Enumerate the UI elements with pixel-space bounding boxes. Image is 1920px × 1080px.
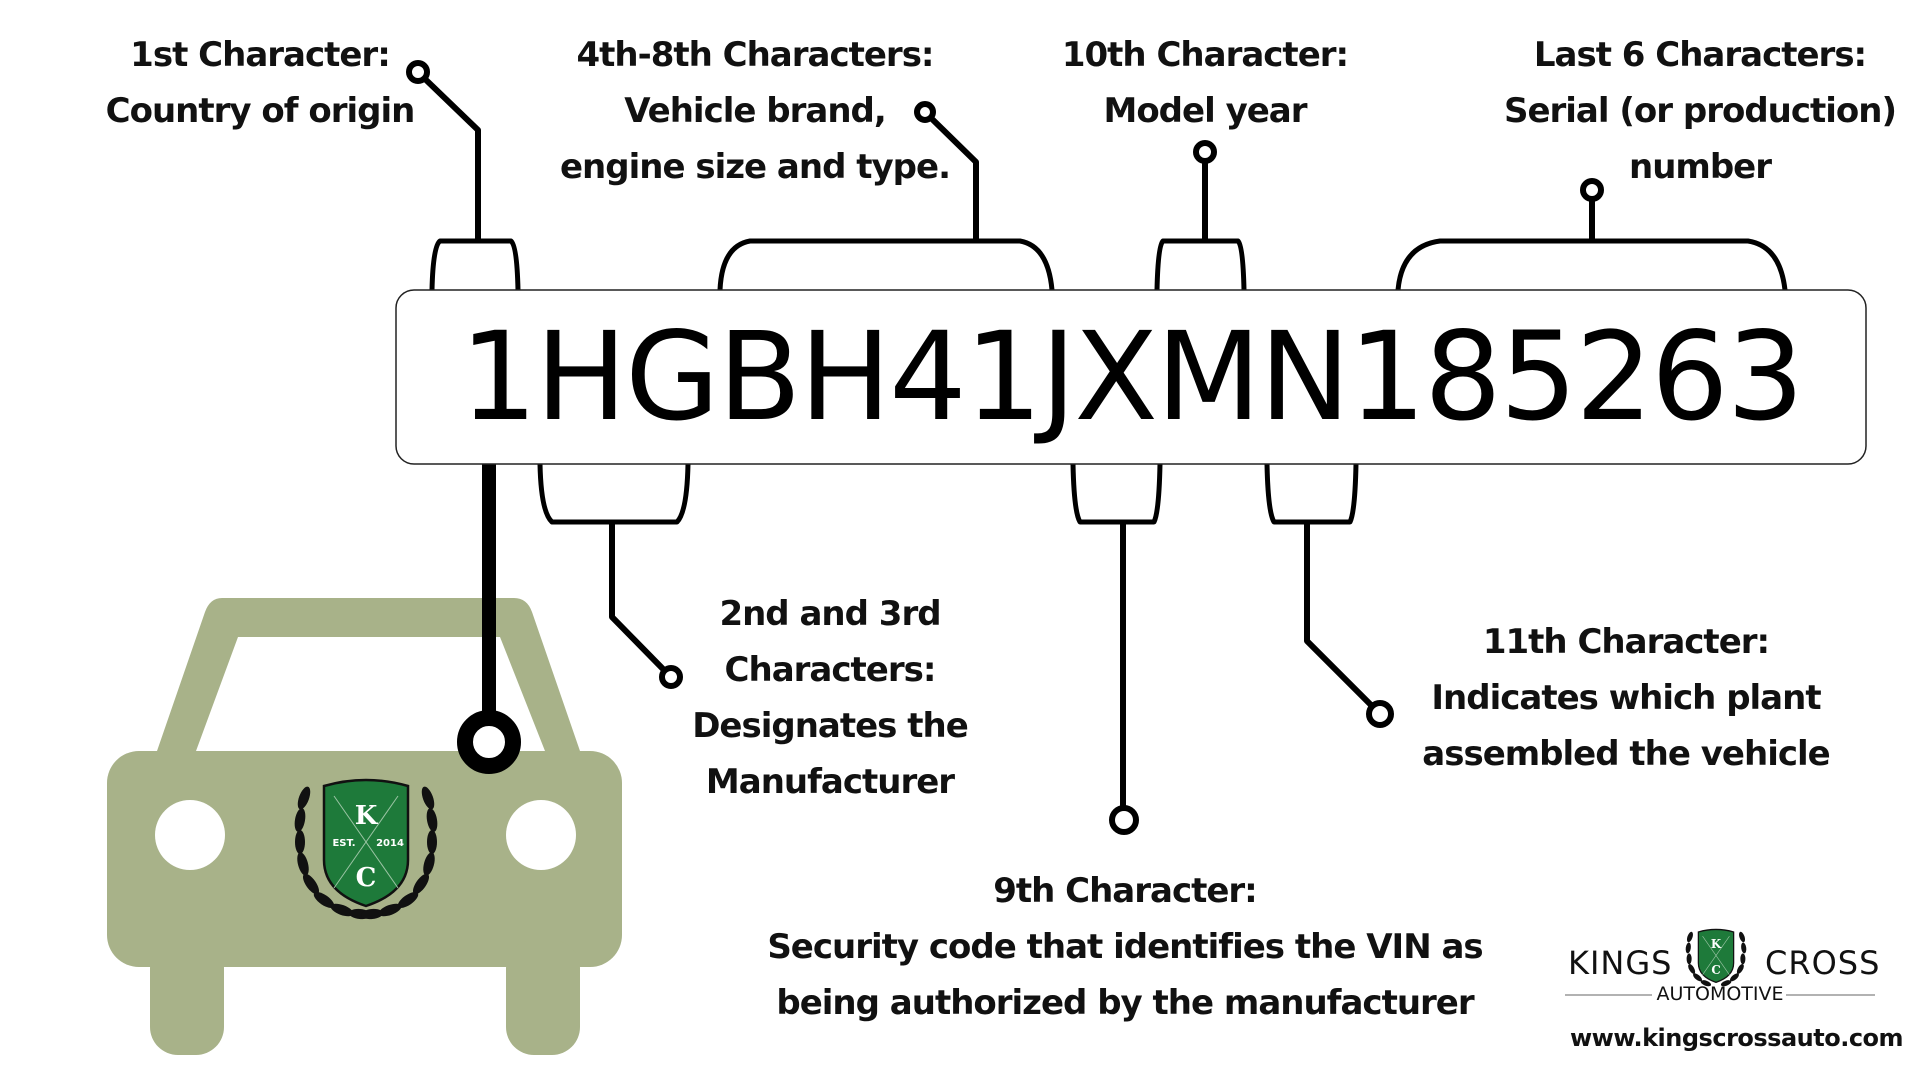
bracket-10th — [1154, 238, 1247, 291]
label-9th-character: 9th Character: Security code that identi… — [740, 863, 1510, 1031]
label-line: assembled the vehicle — [1422, 734, 1830, 774]
bracket-last6 — [1395, 238, 1788, 291]
label-line: number — [1628, 147, 1772, 187]
label-title: 9th Character: — [993, 871, 1258, 911]
label-line: Model year — [1103, 91, 1307, 131]
brand-subtitle: AUTOMOTIVE — [1656, 983, 1784, 1005]
label-line: Designates the — [692, 706, 969, 746]
badge-year: 2014 — [376, 838, 404, 849]
label-line: Vehicle brand, — [624, 91, 887, 131]
label-title: Last 6 Characters: — [1533, 35, 1867, 75]
brand-word-cross: CROSS — [1765, 944, 1881, 982]
connector-dot-2nd-3rd — [659, 665, 683, 689]
svg-text:K: K — [1711, 937, 1722, 951]
label-4th-8th-characters: 4th-8th Characters: Vehicle brand, engin… — [560, 27, 951, 195]
label-line: Indicates which plant — [1431, 678, 1821, 718]
label-10th-character: 10th Character: Model year — [1060, 27, 1350, 139]
label-1st-character: 1st Character: Country of origin — [100, 27, 420, 139]
svg-text:C: C — [1711, 963, 1720, 977]
label-line: Manufacturer — [705, 762, 955, 802]
label-line: Serial (or production) — [1503, 91, 1897, 131]
connector-dot-10th — [1193, 140, 1217, 164]
label-title: 4th-8th Characters: — [576, 35, 934, 75]
bracket-9th — [1070, 463, 1163, 525]
label-last-6-characters: Last 6 Characters: Serial (or production… — [1500, 27, 1900, 195]
brand-shield-icon: K C — [1685, 928, 1747, 987]
connector-dot-11th — [1366, 700, 1394, 728]
bracket-11th — [1264, 463, 1359, 525]
label-2nd-3rd-characters: 2nd and 3rd Characters: Designates the M… — [680, 586, 980, 810]
label-line: engine size and type. — [560, 147, 951, 187]
brand-word-kings: KINGS — [1568, 944, 1673, 982]
label-title: 11th Character: — [1482, 622, 1770, 662]
connector-2nd-3rd — [609, 522, 667, 673]
bracket-4th-8th — [717, 238, 1055, 291]
headlight-left — [155, 800, 225, 870]
label-line: Security code that identifies the VIN as — [767, 927, 1483, 967]
badge-est: EST. — [332, 838, 355, 849]
label-title: 2nd and 3rd — [719, 594, 941, 634]
label-line: being authorized by the manufacturer — [776, 983, 1474, 1023]
connector-dot-9th — [1109, 805, 1139, 835]
label-title: 1st Character: — [130, 35, 391, 75]
label-line: Country of origin — [105, 91, 416, 131]
connector-11th — [1304, 522, 1375, 709]
headlight-right — [506, 800, 576, 870]
vin-number: 1HGBH41JXMN185263 — [459, 306, 1804, 448]
car-wheel-right — [506, 940, 580, 1055]
label-line: Characters: — [724, 650, 937, 690]
badge-k: K — [355, 801, 379, 831]
brand-url[interactable]: www.kingscrossauto.com — [1570, 1024, 1904, 1052]
bracket-2nd-3rd — [537, 463, 691, 525]
connector-1st — [421, 75, 481, 240]
label-11th-character: 11th Character: Indicates which plant as… — [1420, 614, 1832, 782]
badge-c: C — [356, 863, 377, 893]
car-wheel-left — [150, 940, 224, 1055]
label-title: 10th Character: — [1061, 35, 1349, 75]
bracket-1st — [429, 238, 521, 291]
